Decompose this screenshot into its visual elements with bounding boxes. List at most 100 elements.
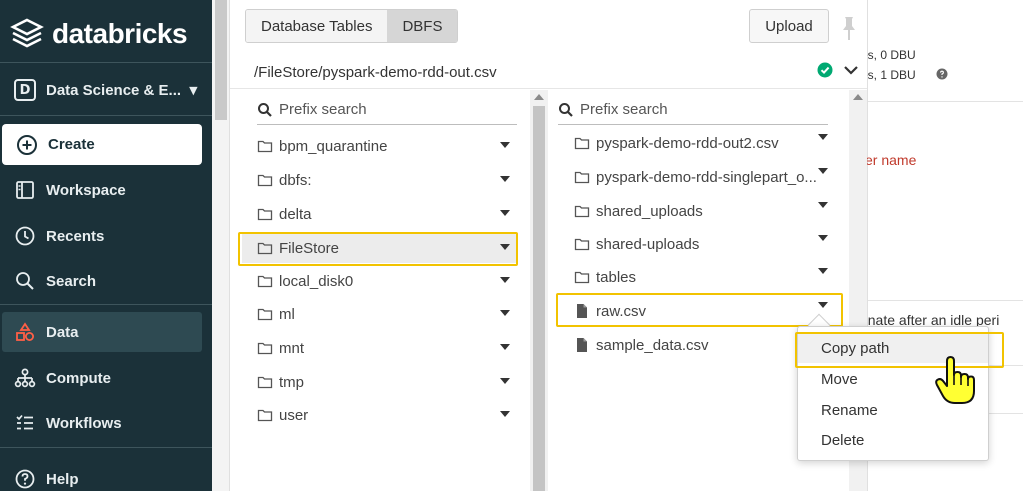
- sidebar-item-label: Search: [46, 272, 97, 290]
- folder-item[interactable]: bpm_quarantine: [242, 131, 518, 161]
- folder-icon: [257, 376, 273, 389]
- sidebar-item-help[interactable]: Help: [0, 459, 204, 491]
- scrollbar[interactable]: [212, 0, 230, 491]
- workspace-badge: D: [14, 79, 36, 101]
- chevron-down-icon[interactable]: [818, 302, 828, 308]
- sidebar: databricks D Data Science & E... ▼ Creat…: [0, 0, 212, 491]
- pin-icon[interactable]: [838, 14, 860, 42]
- folder-label: bpm_quarantine: [279, 137, 388, 155]
- folder-label: dbfs:: [279, 171, 312, 189]
- databricks-logo-icon: [10, 18, 44, 48]
- scroll-up-arrow[interactable]: [853, 94, 863, 100]
- folder-column-root: Prefix search bpm_quarantine dbfs: delta…: [230, 90, 548, 491]
- divider: [868, 101, 1023, 102]
- folder-icon: [574, 205, 590, 218]
- sidebar-item-recents[interactable]: Recents: [0, 216, 204, 256]
- sidebar-item-compute[interactable]: Compute: [0, 358, 204, 398]
- folder-label: ml: [279, 305, 295, 323]
- chevron-down-icon[interactable]: [500, 411, 510, 417]
- chevron-down-icon[interactable]: [500, 210, 510, 216]
- file-icon: [577, 338, 587, 352]
- folder-item[interactable]: shared-uploads: [556, 229, 836, 259]
- prefix-search-input[interactable]: Prefix search: [257, 95, 517, 125]
- folder-icon: [574, 271, 590, 284]
- tab-dbfs[interactable]: DBFS: [387, 10, 458, 42]
- chevron-down-icon[interactable]: [500, 142, 510, 148]
- scrollbar-thumb[interactable]: [215, 0, 227, 120]
- sidebar-item-label: Compute: [46, 369, 111, 387]
- folder-label: mnt: [279, 339, 305, 357]
- selected-path: /FileStore/pyspark-demo-rdd-out.csv: [254, 64, 497, 81]
- data-icon: [16, 322, 34, 341]
- folder-item[interactable]: shared_uploads: [556, 196, 836, 226]
- folder-label: local_disk0: [279, 272, 354, 290]
- chevron-down-icon[interactable]: [500, 310, 510, 316]
- prefix-search-input[interactable]: Prefix search: [558, 95, 828, 125]
- folder-item[interactable]: local_disk0: [242, 266, 518, 296]
- chevron-down-icon[interactable]: [818, 235, 828, 241]
- help-icon[interactable]: [936, 68, 948, 80]
- bg-dbu-text: es, 1 DBU: [861, 68, 916, 82]
- chevron-down-icon[interactable]: [500, 378, 510, 384]
- create-label: Create: [48, 136, 95, 153]
- search-icon: [559, 102, 573, 117]
- folder-label: shared-uploads: [596, 235, 700, 253]
- create-button[interactable]: Create: [2, 124, 202, 165]
- dbfs-dialog: Database Tables DBFS Upload /FileStore/p…: [230, 0, 867, 491]
- folder-item-selected[interactable]: FileStore: [242, 233, 518, 263]
- databricks-logo[interactable]: databricks: [10, 14, 188, 54]
- scroll-up-arrow[interactable]: [534, 94, 544, 100]
- tab-database-tables[interactable]: Database Tables: [246, 10, 388, 42]
- divider: [868, 300, 1023, 301]
- folder-item[interactable]: delta: [242, 199, 518, 229]
- folder-icon: [257, 409, 273, 422]
- chevron-down-icon[interactable]: [818, 134, 828, 140]
- bg-error-label: er name: [865, 152, 917, 168]
- file-label: raw.csv: [596, 302, 647, 320]
- search-icon: [16, 272, 34, 290]
- sidebar-item-data[interactable]: Data: [2, 312, 202, 352]
- folder-icon: [257, 308, 273, 321]
- sidebar-item-label: Help: [46, 470, 79, 488]
- folder-item[interactable]: pyspark-demo-rdd-singlepart_o...: [556, 162, 836, 192]
- help-icon: [15, 469, 35, 489]
- folder-item[interactable]: tables: [556, 262, 836, 292]
- sidebar-divider: [0, 62, 212, 63]
- folder-item[interactable]: tmp: [242, 367, 518, 397]
- chevron-down-icon[interactable]: [500, 176, 510, 182]
- check-circle-icon: [817, 62, 833, 78]
- workspace-selector[interactable]: D Data Science & E... ▼: [14, 76, 204, 104]
- chevron-down-icon[interactable]: [500, 244, 510, 250]
- folder-icon: [257, 140, 273, 153]
- folder-label: shared_uploads: [596, 202, 703, 220]
- hand-cursor-icon: [935, 356, 975, 404]
- upload-button[interactable]: Upload: [749, 9, 829, 43]
- sidebar-item-search[interactable]: Search: [0, 261, 204, 301]
- folder-icon: [257, 242, 273, 255]
- folder-item[interactable]: user: [242, 400, 518, 430]
- chevron-down-icon[interactable]: [818, 168, 828, 174]
- file-icon: [577, 304, 587, 318]
- folder-item[interactable]: ml: [242, 299, 518, 329]
- chevron-down-icon[interactable]: [500, 277, 510, 283]
- folder-item[interactable]: pyspark-demo-rdd-out2.csv: [556, 128, 836, 158]
- folder-label: user: [279, 406, 309, 424]
- file-item-selected[interactable]: raw.csv: [556, 296, 836, 326]
- scrollbar-thumb[interactable]: [533, 106, 545, 491]
- folder-icon: [257, 342, 273, 355]
- scrollbar[interactable]: [530, 90, 548, 491]
- sidebar-item-workflows[interactable]: Workflows: [0, 403, 204, 443]
- menu-item-delete[interactable]: Delete: [798, 425, 988, 455]
- folder-icon: [574, 137, 590, 150]
- folder-item[interactable]: dbfs:: [242, 165, 518, 195]
- chevron-down-icon[interactable]: [842, 62, 860, 78]
- file-item[interactable]: sample_data.csv: [556, 330, 836, 360]
- chevron-down-icon[interactable]: [818, 202, 828, 208]
- search-placeholder: Prefix search: [279, 101, 367, 118]
- sidebar-item-workspace[interactable]: Workspace: [0, 170, 204, 210]
- folder-item[interactable]: mnt: [242, 333, 518, 363]
- folder-label: tables: [596, 268, 637, 286]
- chevron-down-icon[interactable]: [818, 268, 828, 274]
- chevron-down-icon[interactable]: [500, 344, 510, 350]
- tab-group: Database Tables DBFS: [245, 9, 459, 43]
